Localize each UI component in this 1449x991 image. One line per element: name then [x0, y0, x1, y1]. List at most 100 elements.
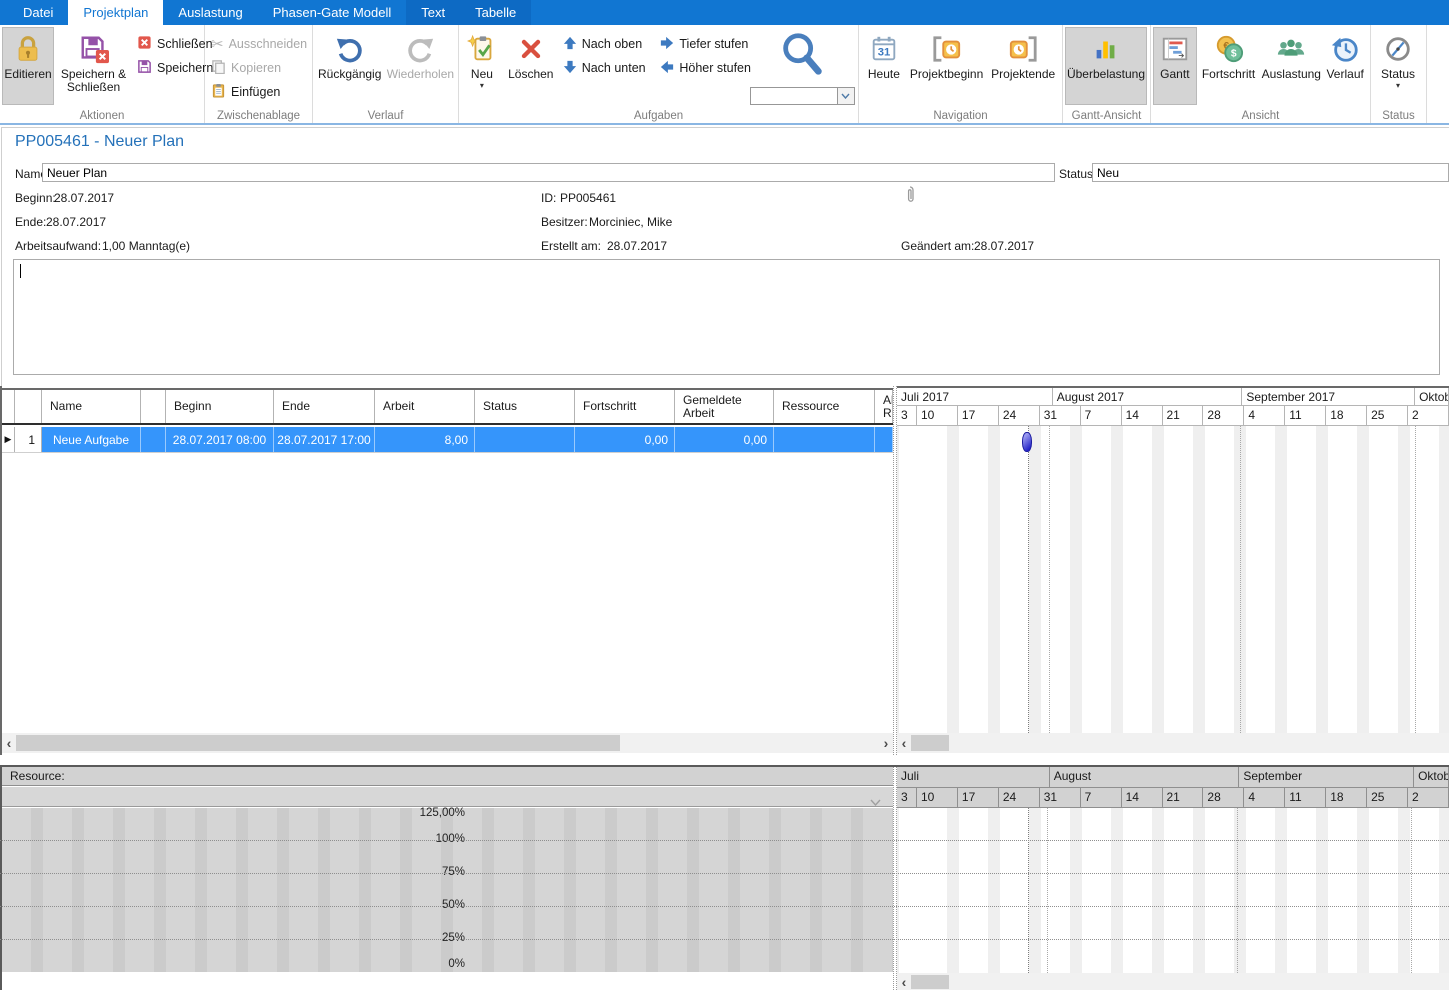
- text-caret: [20, 264, 21, 278]
- column-header-Alle Re[interactable]: Alle Re: [875, 390, 893, 423]
- schliessen-button[interactable]: Schließen: [133, 32, 202, 56]
- heute-button[interactable]: 31 Heute: [861, 27, 907, 105]
- resource-month-header: JuliAugustSeptemberOktober: [897, 767, 1449, 788]
- calendar-icon: 31: [869, 31, 899, 67]
- search-icon[interactable]: [777, 29, 827, 84]
- column-header-blank[interactable]: [141, 390, 166, 423]
- cell-ende: 28.07.2017 17:00: [274, 427, 375, 452]
- scroll-thumb[interactable]: [16, 735, 620, 751]
- ende-label: Ende:: [15, 215, 46, 229]
- resource-hscrollbar: ‹: [897, 973, 1449, 990]
- projektbeginn-button[interactable]: Projektbeginn: [907, 27, 987, 105]
- status-label: Status: [1381, 68, 1415, 81]
- kopieren-button[interactable]: Kopieren: [207, 56, 309, 80]
- ribbon-group-gantt-ansicht: Überbelastung Gantt-Ansicht: [1063, 25, 1151, 123]
- save-close-icon: [79, 31, 109, 67]
- tab-auslastung[interactable]: Auslastung: [163, 0, 257, 25]
- ribbon-group-status: Status ▾ Status: [1371, 25, 1427, 123]
- column-header-blank[interactable]: [15, 390, 42, 423]
- fortschritt-label: Fortschritt: [1202, 68, 1255, 81]
- wiederholen-button[interactable]: Wiederholen: [384, 27, 456, 105]
- resource-label: Resource:: [10, 769, 65, 783]
- scroll-thumb[interactable]: [911, 975, 949, 989]
- beginn-value: 28.07.2017: [54, 191, 114, 205]
- arrow-down-icon: [563, 60, 577, 77]
- rueckgaengig-button[interactable]: Rückgängig: [315, 27, 384, 105]
- projektbeginn-label: Projektbeginn: [910, 68, 983, 81]
- indent-right-icon: [660, 36, 674, 53]
- column-header-Name[interactable]: Name: [42, 390, 141, 423]
- verlauf-view-label: Verlauf: [1326, 68, 1363, 81]
- search-dropdown-button[interactable]: [838, 87, 855, 105]
- resource-histogram-area: Resource: 125,00%100%75%50%25%0% JuliAug…: [0, 765, 1449, 988]
- week-11: 11: [1285, 406, 1326, 426]
- status-field-label: Status: [1059, 167, 1093, 181]
- status-button[interactable]: Status ▾: [1373, 27, 1423, 105]
- gantt-button[interactable]: Gantt: [1153, 27, 1197, 105]
- column-header-Status[interactable]: Status: [475, 390, 575, 423]
- status-dropdown-arrow[interactable]: ▾: [1396, 82, 1400, 89]
- neu-dropdown-arrow[interactable]: ▾: [480, 82, 484, 89]
- column-header-Gemeldete Arbeit[interactable]: Gemeldete Arbeit: [675, 390, 774, 423]
- column-header-Ressource[interactable]: Ressource: [774, 390, 875, 423]
- scroll-left-arrow[interactable]: ‹: [897, 734, 911, 752]
- paperclip-icon[interactable]: [904, 185, 916, 210]
- verlauf-view-button[interactable]: Verlauf: [1322, 27, 1368, 105]
- projektende-button[interactable]: Projektende: [986, 27, 1060, 105]
- beginn-label: Beginn:: [15, 191, 56, 205]
- nach-unten-button[interactable]: Nach unten: [559, 56, 657, 80]
- scroll-left-arrow[interactable]: ‹: [2, 734, 16, 752]
- einfuegen-button[interactable]: Einfügen: [207, 80, 309, 104]
- task-milestone[interactable]: [1022, 432, 1032, 452]
- scroll-thumb[interactable]: [911, 735, 949, 751]
- group-label-status: Status: [1371, 110, 1426, 122]
- column-header-Ende[interactable]: Ende: [274, 390, 375, 423]
- description-textarea[interactable]: [13, 259, 1440, 375]
- column-header-Arbeit[interactable]: Arbeit: [375, 390, 475, 423]
- week-10: 10: [917, 788, 958, 808]
- editieren-button[interactable]: Editieren: [2, 27, 54, 105]
- column-header-Fortschritt[interactable]: Fortschritt: [575, 390, 675, 423]
- fortschritt-button[interactable]: €$ Fortschritt: [1197, 27, 1261, 105]
- tab-text[interactable]: Text: [406, 0, 460, 25]
- speichern-schliessen-button[interactable]: Speichern & Schließen: [54, 27, 133, 105]
- tab-projektplan[interactable]: Projektplan: [68, 0, 163, 25]
- neu-button[interactable]: Neu ▾: [461, 27, 503, 105]
- column-header-blank[interactable]: [2, 390, 15, 423]
- resource-combobox[interactable]: [2, 787, 893, 807]
- auslastung-button[interactable]: Auslastung: [1260, 27, 1322, 105]
- status-input[interactable]: [1092, 163, 1449, 182]
- column-header-Beginn[interactable]: Beginn: [166, 390, 274, 423]
- tab-tabelle[interactable]: Tabelle: [460, 0, 531, 25]
- week-21: 21: [1163, 406, 1204, 426]
- tiefer-stufen-button[interactable]: Tiefer stufen: [656, 32, 748, 56]
- task-table-row[interactable]: ▶1Neue Aufgabe28.07.2017 08:0028.07.2017…: [2, 427, 893, 453]
- month-line-september: [1240, 426, 1241, 735]
- scale-label-0%: 0%: [2, 958, 465, 970]
- tab-datei[interactable]: Datei: [8, 0, 68, 25]
- month-Oktober: Oktober: [1415, 388, 1449, 406]
- scroll-right-arrow[interactable]: ›: [879, 734, 893, 752]
- ueberbelastung-label: Überbelastung: [1067, 68, 1145, 81]
- loeschen-button[interactable]: Löschen: [503, 27, 559, 105]
- ribbon-group-verlauf: Rückgängig Wiederholen Verlauf: [313, 25, 459, 123]
- task-search-input[interactable]: [750, 87, 838, 105]
- kopieren-label: Kopieren: [231, 61, 281, 75]
- name-input[interactable]: [42, 163, 1055, 182]
- month-August 2017: August 2017: [1053, 388, 1243, 406]
- tiefer-stufen-label: Tiefer stufen: [679, 37, 748, 51]
- tab-phasen-gate-modell[interactable]: Phasen-Gate Modell: [258, 0, 407, 25]
- geaendert-am-value: 28.07.2017: [974, 239, 1034, 253]
- ende-value: 28.07.2017: [46, 215, 106, 229]
- week-3: 3: [897, 788, 917, 808]
- resource-chart-right: [897, 808, 1449, 973]
- nach-oben-button[interactable]: Nach oben: [559, 32, 657, 56]
- ausschneiden-button[interactable]: ✂ Ausschneiden: [207, 32, 309, 56]
- ribbon-group-aufgaben: Neu ▾ Löschen Nach oben Nach unten Tiefe…: [459, 25, 859, 123]
- lock-icon: [13, 31, 43, 67]
- resource-pane: Resource: 125,00%100%75%50%25%0%: [0, 767, 893, 990]
- speichern-button[interactable]: Speichern: [133, 56, 202, 80]
- hoeher-stufen-button[interactable]: Höher stufen: [656, 56, 748, 80]
- month-line-august: [1049, 426, 1050, 735]
- ueberbelastung-button[interactable]: Überbelastung: [1065, 27, 1147, 105]
